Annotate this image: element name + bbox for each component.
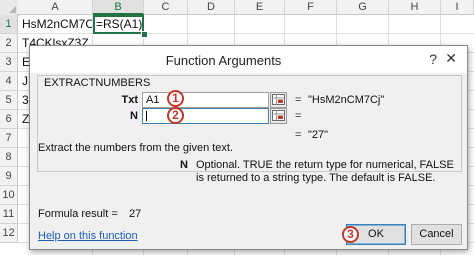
- row-header-3[interactable]: 3: [0, 53, 18, 72]
- row-header-6[interactable]: 6: [0, 110, 18, 129]
- range-select-icon: [272, 110, 285, 121]
- txt-equals: =: [295, 94, 302, 106]
- help-on-function-link[interactable]: Help on this function: [38, 230, 138, 242]
- function-result-value: "27": [308, 129, 329, 141]
- row-header-1[interactable]: 1: [0, 15, 18, 34]
- row-header-9[interactable]: 9: [0, 167, 18, 186]
- formula-result-value: 27: [129, 208, 142, 220]
- row-header-2[interactable]: 2: [0, 34, 18, 53]
- row-header-5[interactable]: 5: [0, 91, 18, 110]
- column-header-b[interactable]: B: [93, 0, 144, 15]
- n-equals: =: [295, 110, 302, 122]
- n-arg-label: N: [130, 110, 138, 122]
- range-select-icon: [272, 94, 285, 105]
- dialog-title: Function Arguments: [165, 53, 282, 68]
- cell-a1[interactable]: HsM2nCM7Cj: [22, 15, 92, 34]
- row-header-12[interactable]: 12: [0, 224, 18, 243]
- function-arguments-dialog: Function Arguments ? ✕ EXTRACTNUMBERS Tx…: [29, 45, 468, 250]
- row-header-4[interactable]: 4: [0, 72, 18, 91]
- row-header-7[interactable]: 7: [0, 129, 18, 148]
- column-header-h[interactable]: H: [389, 0, 441, 15]
- column-header-i[interactable]: I: [441, 0, 474, 15]
- dialog-titlebar[interactable]: Function Arguments ? ✕: [30, 46, 467, 73]
- cancel-button[interactable]: Cancel: [411, 224, 462, 245]
- select-all-triangle-icon: [9, 6, 16, 13]
- help-icon[interactable]: ?: [429, 51, 437, 67]
- close-icon[interactable]: ✕: [445, 50, 457, 67]
- text-caret: [146, 111, 147, 121]
- txt-arg-label: Txt: [121, 94, 139, 106]
- function-name: EXTRACTNUMBERS: [44, 77, 151, 89]
- column-header-a[interactable]: A: [18, 0, 93, 15]
- arg-help-text: Optional. TRUE the return type for numer…: [196, 159, 454, 184]
- n-collapse-dialog-button[interactable]: [270, 108, 287, 124]
- column-header-d[interactable]: D: [188, 0, 235, 15]
- txt-collapse-dialog-button[interactable]: [270, 92, 287, 108]
- txt-arg-result: "HsM2nCM7Cj": [308, 94, 385, 106]
- step-2-badge: 2: [167, 107, 184, 124]
- column-header-c[interactable]: C: [144, 0, 188, 15]
- formula-result-label: Formula result =: [38, 208, 118, 220]
- function-result-equals: =: [295, 129, 302, 141]
- step-3-badge: 3: [342, 226, 359, 243]
- row-header-11[interactable]: 11: [0, 205, 18, 224]
- step-1-badge: 1: [167, 90, 184, 107]
- fill-handle[interactable]: [141, 31, 148, 38]
- select-all-corner[interactable]: [0, 0, 19, 16]
- active-cell-border: [93, 15, 144, 34]
- row-header-8[interactable]: 8: [0, 148, 18, 167]
- function-description: Extract the numbers from the given text.: [38, 142, 234, 154]
- arg-help-name: N: [180, 159, 188, 171]
- row-header-10[interactable]: 10: [0, 186, 18, 205]
- column-header-g[interactable]: G: [337, 0, 389, 15]
- column-header-f[interactable]: F: [285, 0, 337, 15]
- n-arg-input[interactable]: [142, 108, 269, 124]
- column-header-e[interactable]: E: [235, 0, 285, 15]
- txt-arg-input[interactable]: A1: [142, 92, 269, 108]
